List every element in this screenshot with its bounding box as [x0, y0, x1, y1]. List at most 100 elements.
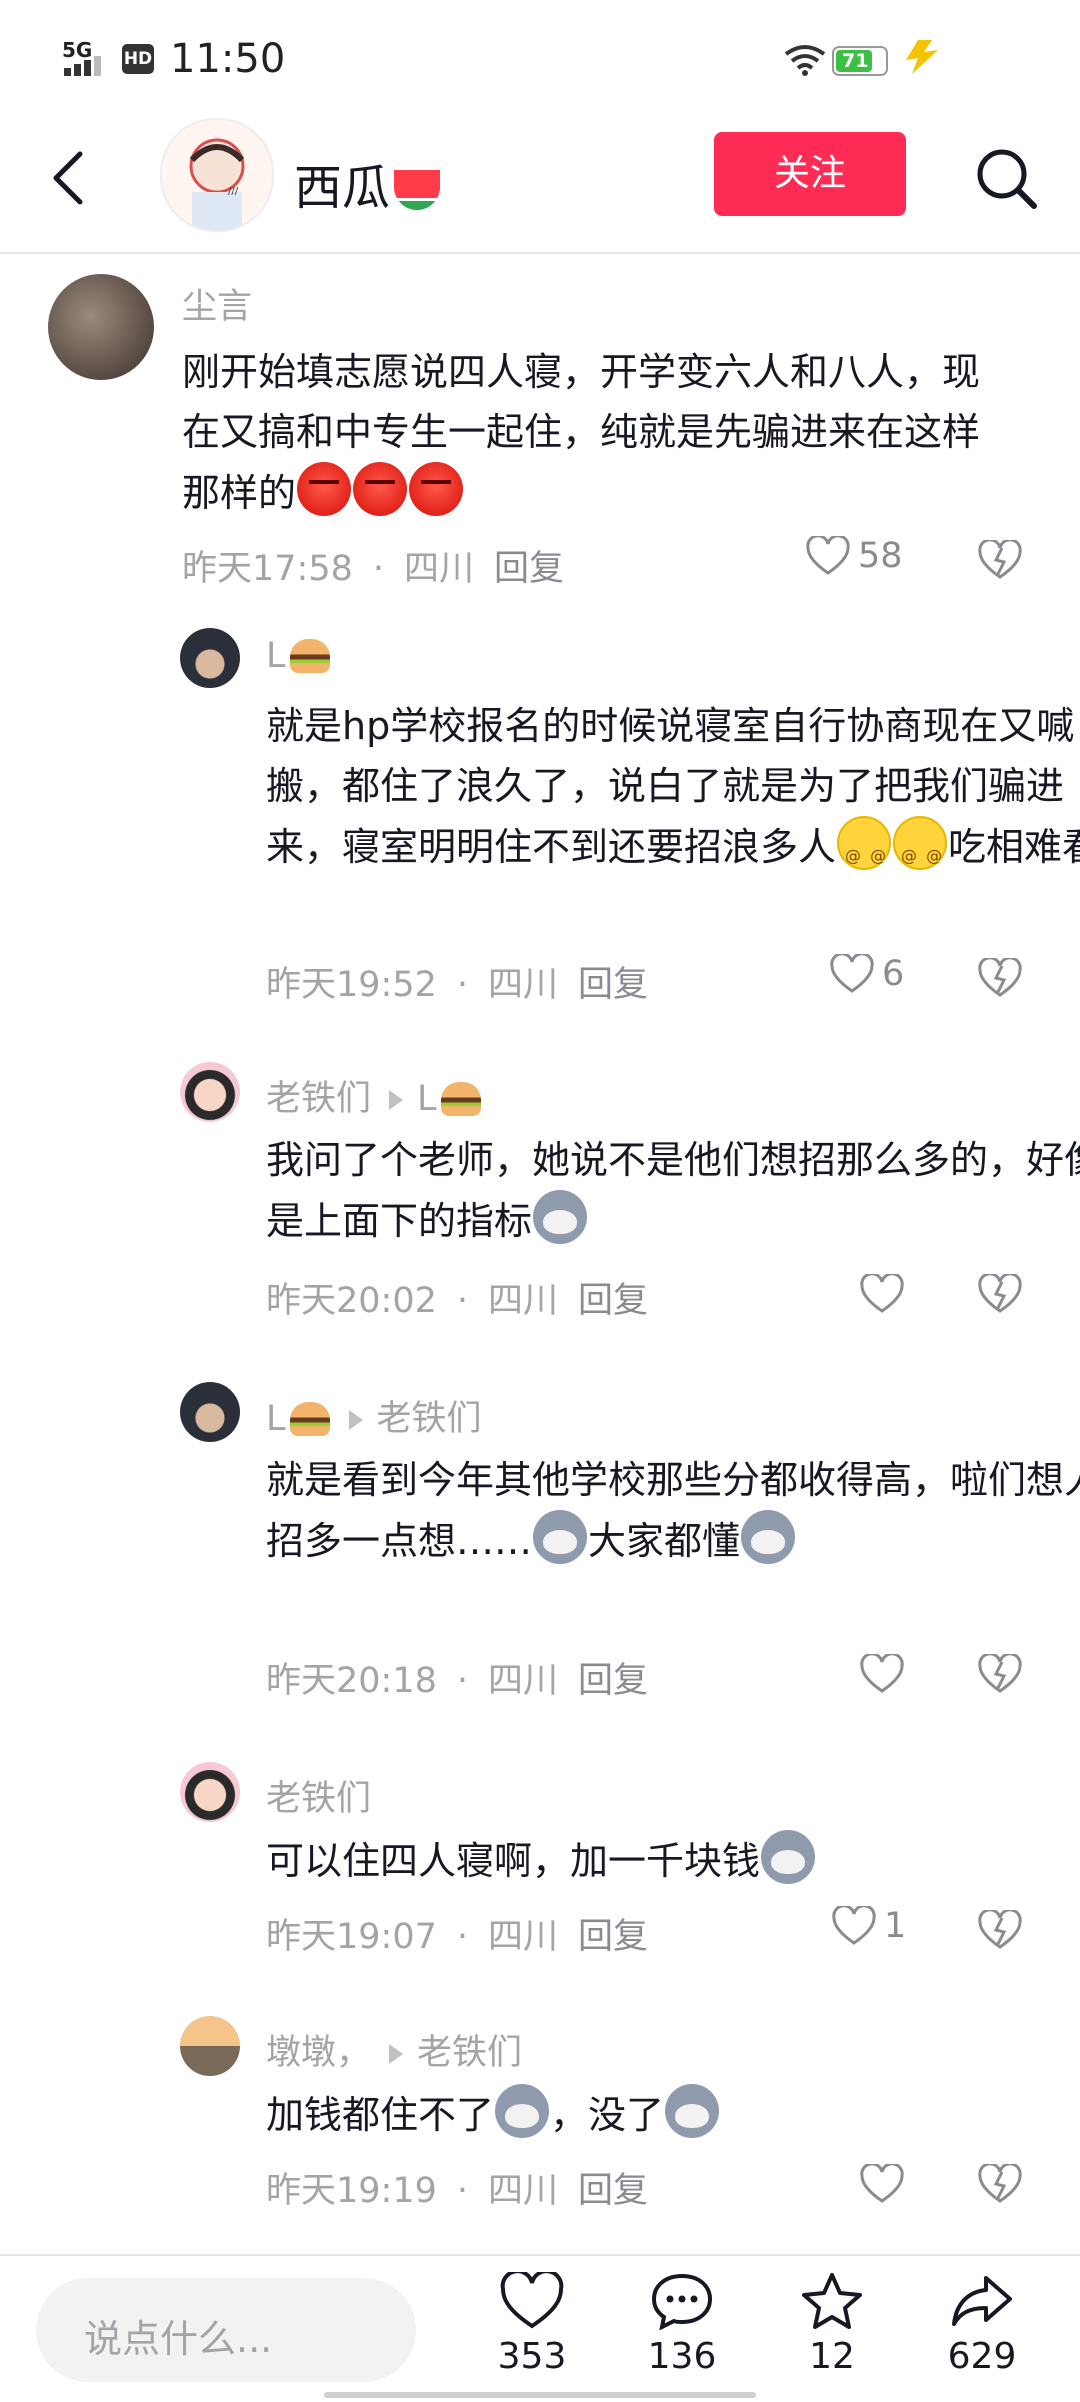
- reply-button[interactable]: 回复: [578, 1661, 648, 1701]
- dislike-icon[interactable]: [978, 958, 1022, 998]
- battery-icon: 71: [832, 46, 888, 76]
- comment-location: 四川: [488, 1661, 559, 1701]
- comment-time: 昨天19:19: [266, 2171, 437, 2211]
- reply-button[interactable]: 回复: [578, 2171, 648, 2211]
- comment-input[interactable]: 说点什么...: [36, 2278, 416, 2382]
- comment-author[interactable]: L 老铁们: [266, 1390, 482, 1441]
- comment-time: 昨天20:02: [266, 1281, 437, 1321]
- burger-emoji-icon: [289, 639, 330, 673]
- reply-arrow-icon: [389, 2044, 404, 2064]
- like-action[interactable]: 353: [472, 2269, 592, 2377]
- search-icon[interactable]: [972, 144, 1042, 214]
- reply-arrow-icon: [348, 1410, 363, 1430]
- comment-author[interactable]: 老铁们: [266, 1770, 371, 1821]
- favorite-action[interactable]: 12: [772, 2272, 892, 2377]
- reply-button[interactable]: 回复: [578, 1917, 648, 1957]
- comment-author[interactable]: 老铁们 L: [266, 1070, 482, 1121]
- comment-author[interactable]: 尘言: [182, 278, 252, 329]
- signal-icon: [64, 56, 101, 76]
- svg-text:///: ///: [228, 186, 239, 197]
- comment-location: 四川: [488, 1281, 559, 1321]
- comment-count: 136: [647, 2336, 717, 2377]
- avatar[interactable]: [180, 1062, 240, 1122]
- wifi-icon: [784, 45, 826, 76]
- comment-location: 四川: [404, 549, 475, 589]
- comment-time: 昨天19:07: [266, 1917, 437, 1957]
- reply-button[interactable]: 回复: [578, 965, 648, 1005]
- header: /// 西瓜 关注: [0, 110, 1080, 254]
- angry-emoji-icon: [297, 462, 352, 516]
- comment-meta: 昨天20:02 · 四川 回复: [266, 1281, 649, 1321]
- watermelon-icon: [394, 170, 441, 210]
- share-action[interactable]: 629: [922, 2272, 1042, 2377]
- comment-location: 四川: [488, 965, 559, 1005]
- bottom-action-bar: 说点什么... 353 136 12 629: [0, 2254, 1080, 2402]
- burger-emoji-icon: [289, 1402, 330, 1436]
- like-count: 1: [884, 1906, 907, 1946]
- reply-button[interactable]: 回复: [494, 549, 564, 589]
- comment-text: 我问了个老师，她说不是他们想招那么多的，好像是上面下的指标: [266, 1138, 1080, 1244]
- comment-time: 昨天19:52: [266, 965, 437, 1005]
- dizzy-emoji-icon: [893, 816, 948, 886]
- comment-author[interactable]: L: [266, 636, 331, 676]
- like-button[interactable]: 1: [832, 1906, 906, 1946]
- back-icon[interactable]: [46, 148, 96, 208]
- clock: 11:50: [170, 36, 286, 82]
- angry-emoji-icon: [409, 462, 464, 516]
- comment-location: 四川: [488, 2171, 559, 2211]
- heart-icon[interactable]: [860, 1654, 904, 1694]
- dislike-icon[interactable]: [978, 1910, 1022, 1950]
- dislike-icon[interactable]: [978, 2164, 1022, 2204]
- doge-emoji-icon: [761, 1830, 816, 1884]
- doge-emoji-icon: [533, 1190, 588, 1244]
- comment-meta: 昨天19:19 · 四川 回复: [266, 2171, 649, 2211]
- avatar[interactable]: [180, 1382, 240, 1442]
- charging-icon: [906, 40, 938, 74]
- share-icon: [952, 2276, 1012, 2326]
- comment-text: 就是hp学校报名的时候说寝室自行协商现在又喊搬，都住了浪久了，说白了就是为了把我…: [266, 696, 1080, 886]
- doge-emoji-icon: [665, 2084, 720, 2138]
- comment-meta: 昨天17:58 · 四川 回复: [182, 549, 565, 589]
- status-bar: 5G HD 11:50 71: [0, 0, 1080, 110]
- reply-arrow-icon: [389, 1090, 404, 1110]
- comment-meta: 昨天19:07 · 四川 回复: [266, 1917, 649, 1957]
- share-count: 629: [947, 2336, 1017, 2377]
- comment-time: 昨天17:58: [182, 549, 353, 589]
- dizzy-emoji-icon: [837, 816, 892, 886]
- comment-author[interactable]: 墩墩， 老铁们: [266, 2024, 522, 2075]
- dislike-icon[interactable]: [978, 1654, 1022, 1694]
- like-button[interactable]: 58: [806, 536, 903, 576]
- avatar-illustration: ///: [162, 120, 272, 230]
- comment-action[interactable]: 136: [622, 2272, 742, 2377]
- heart-icon: [832, 1906, 876, 1945]
- doge-emoji-icon: [495, 2084, 550, 2138]
- comment-input-placeholder: 说点什么...: [84, 2317, 273, 2361]
- like-count: 6: [882, 954, 905, 994]
- like-count: 58: [858, 536, 903, 576]
- comment-meta: 昨天19:52 · 四川 回复: [266, 965, 649, 1005]
- doge-emoji-icon: [741, 1510, 796, 1564]
- heart-icon[interactable]: [860, 2164, 904, 2204]
- like-button[interactable]: 6: [830, 954, 904, 994]
- home-indicator[interactable]: [324, 2392, 756, 2398]
- avatar[interactable]: [180, 628, 240, 688]
- favorite-count: 12: [809, 2336, 855, 2377]
- follow-button[interactable]: 关注: [714, 132, 906, 216]
- angry-emoji-icon: [353, 462, 408, 516]
- dislike-icon[interactable]: [978, 540, 1022, 580]
- avatar[interactable]: [180, 2016, 240, 2076]
- author-avatar[interactable]: ///: [160, 118, 274, 232]
- heart-icon[interactable]: [860, 1274, 904, 1314]
- burger-emoji-icon: [440, 1082, 481, 1116]
- comment-meta: 昨天20:18 · 四川 回复: [266, 1661, 649, 1701]
- comment-text: 可以住四人寝啊，加一千块钱: [266, 1830, 1080, 1891]
- comment-time: 昨天20:18: [266, 1661, 437, 1701]
- comment-text: 加钱都住不了 ，没了: [266, 2084, 1080, 2145]
- avatar[interactable]: [48, 274, 154, 380]
- dislike-icon[interactable]: [978, 1274, 1022, 1314]
- reply-button[interactable]: 回复: [578, 1281, 648, 1321]
- hd-badge: HD: [122, 44, 154, 74]
- avatar[interactable]: [180, 1762, 240, 1822]
- like-count: 353: [497, 2336, 567, 2377]
- star-icon: [802, 2273, 862, 2329]
